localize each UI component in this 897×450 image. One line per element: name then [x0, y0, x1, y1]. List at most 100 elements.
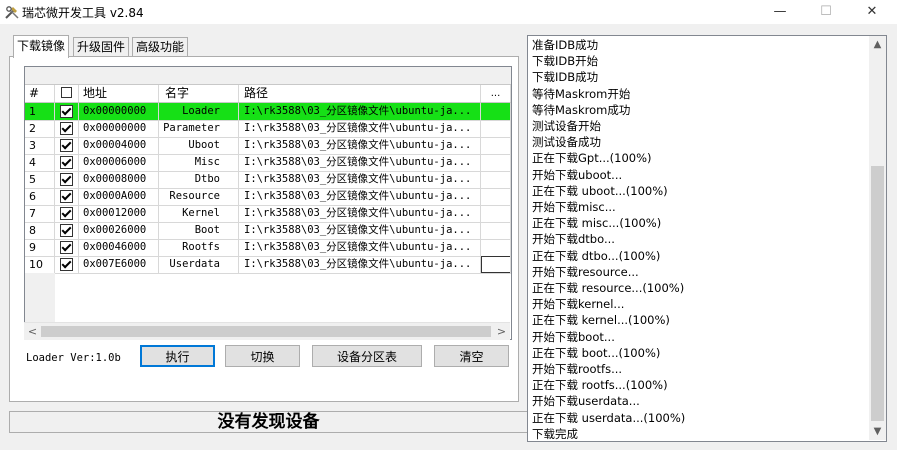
- row-name[interactable]: Boot: [159, 222, 239, 239]
- row-checkbox-cell[interactable]: [55, 205, 79, 222]
- row-address[interactable]: 0x00046000: [79, 239, 159, 256]
- row-address[interactable]: 0x007E6000: [79, 256, 159, 273]
- switch-button[interactable]: 切换: [225, 345, 300, 367]
- row-checkbox-cell[interactable]: [55, 171, 79, 188]
- row-address[interactable]: 0x00006000: [79, 154, 159, 171]
- table-row[interactable]: 3 0x00004000 Uboot I:\rk3588\03_分区镜像文件\ubun…: [25, 137, 511, 155]
- select-all-checkbox[interactable]: [61, 87, 72, 98]
- row-name[interactable]: Uboot: [159, 137, 239, 154]
- scroll-thumb[interactable]: [41, 326, 491, 337]
- scroll-left-icon[interactable]: <: [24, 323, 41, 340]
- row-path[interactable]: I:\rk3588\03_分区镜像文件\ubuntu-ja...: [239, 120, 481, 137]
- header-select-all[interactable]: [55, 85, 79, 102]
- row-path[interactable]: I:\rk3588\03_分区镜像文件\ubuntu-ja...: [239, 222, 481, 239]
- log-line: 开始下载kernel...: [532, 297, 625, 312]
- table-row[interactable]: 1 0x00000000 Loader I:\rk3588\03_分区镜像文件\ubu…: [25, 103, 511, 121]
- partition-table-button[interactable]: 设备分区表: [312, 345, 422, 367]
- row-path[interactable]: I:\rk3588\03_分区镜像文件\ubuntu-ja...: [239, 154, 481, 171]
- row-name[interactable]: Misc: [159, 154, 239, 171]
- close-button[interactable]: ✕: [849, 0, 895, 24]
- log-scroll-thumb[interactable]: [871, 166, 884, 421]
- row-browse-button[interactable]: [481, 188, 511, 205]
- row-number: 1: [25, 103, 55, 120]
- row-browse-button[interactable]: [481, 222, 511, 239]
- row-path[interactable]: I:\rk3588\03_分区镜像文件\ubuntu-ja...: [239, 171, 481, 188]
- row-name[interactable]: Parameter: [159, 120, 239, 137]
- log-line: 下载完成: [532, 426, 578, 441]
- tab-upgrade-firmware[interactable]: 升级固件: [73, 37, 130, 57]
- log-line: 开始下载uboot...: [532, 167, 623, 182]
- row-path[interactable]: I:\rk3588\03_分区镜像文件\ubuntu-ja...: [239, 239, 481, 256]
- row-address[interactable]: 0x00000000: [79, 103, 159, 120]
- row-checkbox[interactable]: [60, 206, 73, 220]
- row-checkbox-cell[interactable]: [55, 256, 79, 273]
- row-checkbox[interactable]: [60, 104, 73, 118]
- clear-button[interactable]: 清空: [434, 345, 509, 367]
- row-checkbox-cell[interactable]: [55, 137, 79, 154]
- scroll-right-icon[interactable]: >: [493, 323, 510, 340]
- scroll-up-icon[interactable]: ▲: [869, 36, 886, 53]
- maximize-button[interactable]: ☐: [803, 0, 849, 24]
- row-name[interactable]: Loader: [159, 103, 239, 120]
- row-checkbox[interactable]: [60, 257, 73, 271]
- table-row[interactable]: 4 0x00006000 Misc I:\rk3588\03_分区镜像文件\ubunt…: [25, 154, 511, 172]
- row-path[interactable]: I:\rk3588\03_分区镜像文件\ubuntu-ja...: [239, 137, 481, 154]
- row-browse-button[interactable]: [481, 120, 511, 137]
- tab-download-image[interactable]: 下载镜像: [13, 35, 70, 58]
- row-path[interactable]: I:\rk3588\03_分区镜像文件\ubuntu-ja...: [239, 205, 481, 222]
- scroll-down-icon[interactable]: ▼: [869, 423, 886, 440]
- log-line: 开始下载rootfs...: [532, 362, 623, 376]
- tab-advanced[interactable]: 高级功能: [132, 37, 189, 57]
- row-browse-button[interactable]: [481, 239, 511, 256]
- row-checkbox-cell[interactable]: [55, 188, 79, 205]
- row-browse-button[interactable]: [481, 256, 511, 273]
- row-checkbox[interactable]: [60, 172, 73, 186]
- row-address[interactable]: 0x00012000: [79, 205, 159, 222]
- table-row[interactable]: 10 0x007E6000 Userdata I:\rk3588\03_分区镜像文件\…: [25, 256, 511, 274]
- table-row[interactable]: 7 0x00012000 Kernel I:\rk3588\03_分区镜像文件\ubu…: [25, 205, 511, 223]
- table-row[interactable]: 5 0x00008000 Dtbo I:\rk3588\03_分区镜像文件\ubunt…: [25, 171, 511, 189]
- table-row[interactable]: 9 0x00046000 Rootfs I:\rk3588\03_分区镜像文件\ubu…: [25, 239, 511, 257]
- row-checkbox[interactable]: [60, 240, 73, 254]
- row-checkbox[interactable]: [60, 223, 73, 237]
- row-checkbox[interactable]: [60, 189, 73, 203]
- execute-button[interactable]: 执行: [140, 345, 215, 367]
- table-row[interactable]: 6 0x0000A000 Resource I:\rk3588\03_分区镜像文件\u…: [25, 188, 511, 206]
- row-address[interactable]: 0x00004000: [79, 137, 159, 154]
- browse-focus-box[interactable]: [481, 256, 510, 273]
- row-checkbox[interactable]: [60, 138, 73, 152]
- row-checkbox[interactable]: [60, 155, 73, 169]
- row-browse-button[interactable]: [481, 205, 511, 222]
- row-address[interactable]: 0x00026000: [79, 222, 159, 239]
- minimize-button[interactable]: —: [757, 0, 803, 24]
- row-checkbox[interactable]: [60, 121, 73, 135]
- row-path[interactable]: I:\rk3588\03_分区镜像文件\ubuntu-ja...: [239, 103, 481, 120]
- table-row[interactable]: 8 0x00026000 Boot I:\rk3588\03_分区镜像文件\ubunt…: [25, 222, 511, 240]
- row-browse-button[interactable]: [481, 154, 511, 171]
- row-checkbox-cell[interactable]: [55, 154, 79, 171]
- row-checkbox-cell[interactable]: [55, 222, 79, 239]
- row-browse-button[interactable]: [481, 103, 511, 120]
- row-path[interactable]: I:\rk3588\03_分区镜像文件\ubuntu-ja...: [239, 256, 481, 273]
- row-browse-button[interactable]: [481, 171, 511, 188]
- horizontal-scrollbar[interactable]: < >: [24, 322, 510, 340]
- table-row[interactable]: 2 0x00000000 Parameter I:\rk3588\03_分区镜像文件\…: [25, 120, 511, 138]
- row-checkbox-cell[interactable]: [55, 120, 79, 137]
- log-line: 正在下载 dtbo...(100%): [532, 248, 661, 263]
- row-checkbox-cell[interactable]: [55, 239, 79, 256]
- row-address[interactable]: 0x00000000: [79, 120, 159, 137]
- row-name[interactable]: Kernel: [159, 205, 239, 222]
- log-panel[interactable]: 准备IDB成功 下载IDB开始 下载IDB成功 等待Maskrom开始 等待Maskro…: [527, 35, 887, 442]
- row-path[interactable]: I:\rk3588\03_分区镜像文件\ubuntu-ja...: [239, 188, 481, 205]
- row-checkbox-cell[interactable]: [55, 103, 79, 120]
- log-vertical-scrollbar[interactable]: ▲ ▼: [869, 36, 886, 440]
- tools-icon: [5, 6, 19, 19]
- row-address[interactable]: 0x00008000: [79, 171, 159, 188]
- row-address[interactable]: 0x0000A000: [79, 188, 159, 205]
- row-name[interactable]: Rootfs: [159, 239, 239, 256]
- row-name[interactable]: Userdata: [159, 256, 239, 273]
- row-name[interactable]: Dtbo: [159, 171, 239, 188]
- row-name[interactable]: Resource: [159, 188, 239, 205]
- row-browse-button[interactable]: [481, 137, 511, 154]
- window-title: 瑞芯微开发工具 v2.84: [22, 6, 144, 20]
